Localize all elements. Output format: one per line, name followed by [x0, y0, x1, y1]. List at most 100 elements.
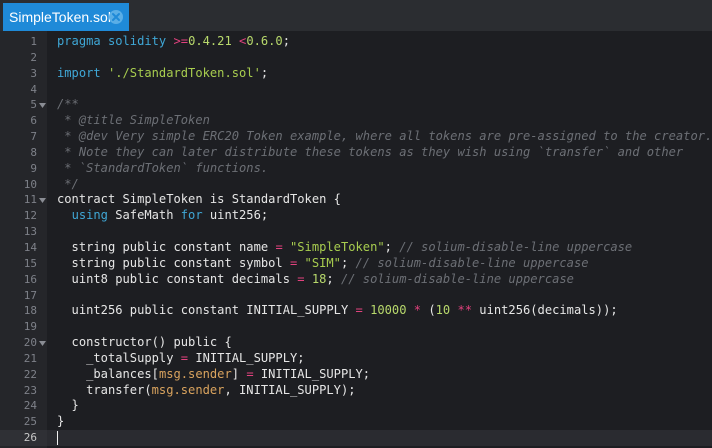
code-token: ]: [231, 366, 247, 381]
code-token: // solium-disable-line uppercase: [355, 255, 589, 270]
code-line[interactable]: 8 * Note they can later distribute these…: [0, 145, 712, 161]
code-token: uint256;: [202, 208, 269, 223]
code-line[interactable]: 3 import './StandardToken.sol';: [0, 66, 712, 82]
code-line[interactable]: 9 * `StandardToken` functions.: [0, 161, 712, 177]
code-token: transfer(: [57, 382, 152, 397]
code-token: <: [231, 34, 247, 48]
code-token: contract SimpleToken is StandardToken {: [57, 192, 341, 207]
code-line[interactable]: 12 using SafeMath for uint256;: [0, 208, 712, 224]
code-token: uint256(decimals));: [472, 303, 618, 318]
line-number: 2: [30, 50, 37, 64]
code-line[interactable]: 4: [0, 82, 712, 98]
code-line[interactable]: 21 _totalSupply = INITIAL_SUPPLY;: [0, 351, 712, 367]
code-token: pragma solidity: [57, 34, 167, 48]
fold-arrow-icon[interactable]: [39, 197, 46, 204]
code-line[interactable]: 24 }: [0, 398, 712, 414]
code-token: /**: [57, 97, 79, 112]
code-text: */: [57, 177, 79, 193]
code-line[interactable]: 5 /**: [0, 97, 712, 113]
code-token: SafeMath: [107, 208, 181, 223]
line-number: 7: [30, 130, 37, 144]
code-token: ;: [326, 271, 341, 286]
line-number: 20: [23, 336, 37, 350]
code-token: for: [180, 208, 203, 223]
code-text: contract SimpleToken is StandardToken {: [57, 192, 341, 208]
code-text: }: [57, 414, 64, 430]
line-number: 8: [30, 145, 37, 159]
code-line[interactable]: 25}: [0, 414, 712, 430]
code-token: _totalSupply: [57, 350, 181, 365]
line-number: 21: [23, 351, 37, 365]
code-text: pragma solidity >=0.4.21 <0.6.0;: [57, 34, 290, 50]
code-token: * `StandardToken` functions.: [57, 160, 269, 175]
code-line[interactable]: 13: [0, 224, 712, 240]
code-line[interactable]: 15 string public constant symbol = "SIM"…: [0, 256, 712, 272]
line-number: 13: [23, 225, 37, 239]
code-token: =: [246, 366, 254, 381]
code-line[interactable]: 19: [0, 319, 712, 335]
line-number: 12: [23, 209, 37, 223]
code-text: _totalSupply = INITIAL_SUPPLY;: [57, 350, 304, 367]
code-line[interactable]: 14 string public constant name = "Simple…: [0, 240, 712, 256]
line-number: 24: [23, 399, 37, 413]
code-text: * @dev Very simple ERC20 Token example, …: [57, 129, 712, 145]
code-token: 18: [304, 271, 327, 286]
code-token: }: [57, 398, 79, 413]
code-line[interactable]: 20 constructor() public {: [0, 335, 712, 351]
line-number: 5: [30, 98, 37, 112]
tab-simpletoken[interactable]: SimpleToken.sol: [3, 3, 129, 31]
code-token: 0.6.0: [246, 34, 283, 48]
code-token: // solium-disable-line uppercase: [399, 239, 633, 254]
code-token: */: [57, 176, 79, 191]
code-line[interactable]: 18 uint256 public constant INITIAL_SUPPL…: [0, 303, 712, 319]
code-token: "SimpleToken": [282, 239, 385, 254]
code-token: =: [275, 239, 283, 254]
code-line[interactable]: 6 * @title SimpleToken: [0, 113, 712, 129]
code-text: * Note they can later distribute these t…: [57, 145, 683, 161]
code-line[interactable]: 26: [0, 430, 712, 446]
code-token: "SIM": [297, 255, 341, 270]
code-line[interactable]: 10 */: [0, 177, 712, 193]
code-token: msg.sender: [158, 366, 232, 381]
code-text: transfer(msg.sender, INITIAL_SUPPLY);: [57, 382, 355, 399]
close-icon[interactable]: [109, 10, 123, 24]
code-token: constructor() public {: [57, 335, 232, 350]
code-token: using: [71, 208, 108, 223]
code-line[interactable]: 17: [0, 288, 712, 304]
fold-arrow-icon[interactable]: [39, 340, 46, 347]
line-number: 15: [23, 256, 37, 270]
code-line[interactable]: 23 transfer(msg.sender, INITIAL_SUPPLY);: [0, 383, 712, 399]
code-token: =: [180, 350, 189, 365]
code-token: string public constant symbol: [57, 255, 290, 270]
code-line[interactable]: 7 * @dev Very simple ERC20 Token example…: [0, 129, 712, 145]
line-number: 22: [23, 367, 37, 381]
line-number: 11: [23, 193, 37, 207]
line-number: 4: [30, 82, 37, 96]
line-number: 18: [23, 304, 37, 318]
code-token: msg.sender: [151, 382, 225, 397]
line-number: 1: [30, 35, 37, 48]
fold-arrow-icon[interactable]: [39, 102, 46, 109]
line-number: 23: [23, 383, 37, 397]
code-text: constructor() public {: [57, 335, 232, 351]
code-editor[interactable]: 1 pragma solidity >=0.4.21 <0.6.0; 2 3 impor…: [0, 31, 712, 448]
code-line[interactable]: 2: [0, 50, 712, 66]
code-token: *: [406, 303, 422, 318]
line-number: 19: [23, 320, 37, 334]
line-number: 9: [30, 161, 37, 175]
code-line[interactable]: 11 contract SimpleToken is StandardToken …: [0, 192, 712, 208]
code-token: import: [57, 65, 101, 80]
code-text: uint256 public constant INITIAL_SUPPLY =…: [57, 303, 618, 319]
code-token: ;: [282, 34, 290, 48]
code-line[interactable]: 1 pragma solidity >=0.4.21 <0.6.0;: [0, 34, 712, 50]
code-token: uint256 public constant INITIAL_SUPPLY: [57, 303, 356, 318]
code-line[interactable]: 22 _balances[msg.sender] = INITIAL_SUPPL…: [0, 367, 712, 383]
code-text: using SafeMath for uint256;: [57, 208, 269, 224]
code-token: 10000: [362, 303, 407, 318]
code-line[interactable]: 16 uint8 public constant decimals = 18; …: [0, 272, 712, 288]
tab-title: SimpleToken.sol: [9, 9, 111, 25]
code-text: }: [57, 398, 79, 414]
code-token: INITIAL_SUPPLY;: [253, 366, 371, 381]
code-text: string public constant symbol = "SIM"; /…: [57, 256, 589, 272]
